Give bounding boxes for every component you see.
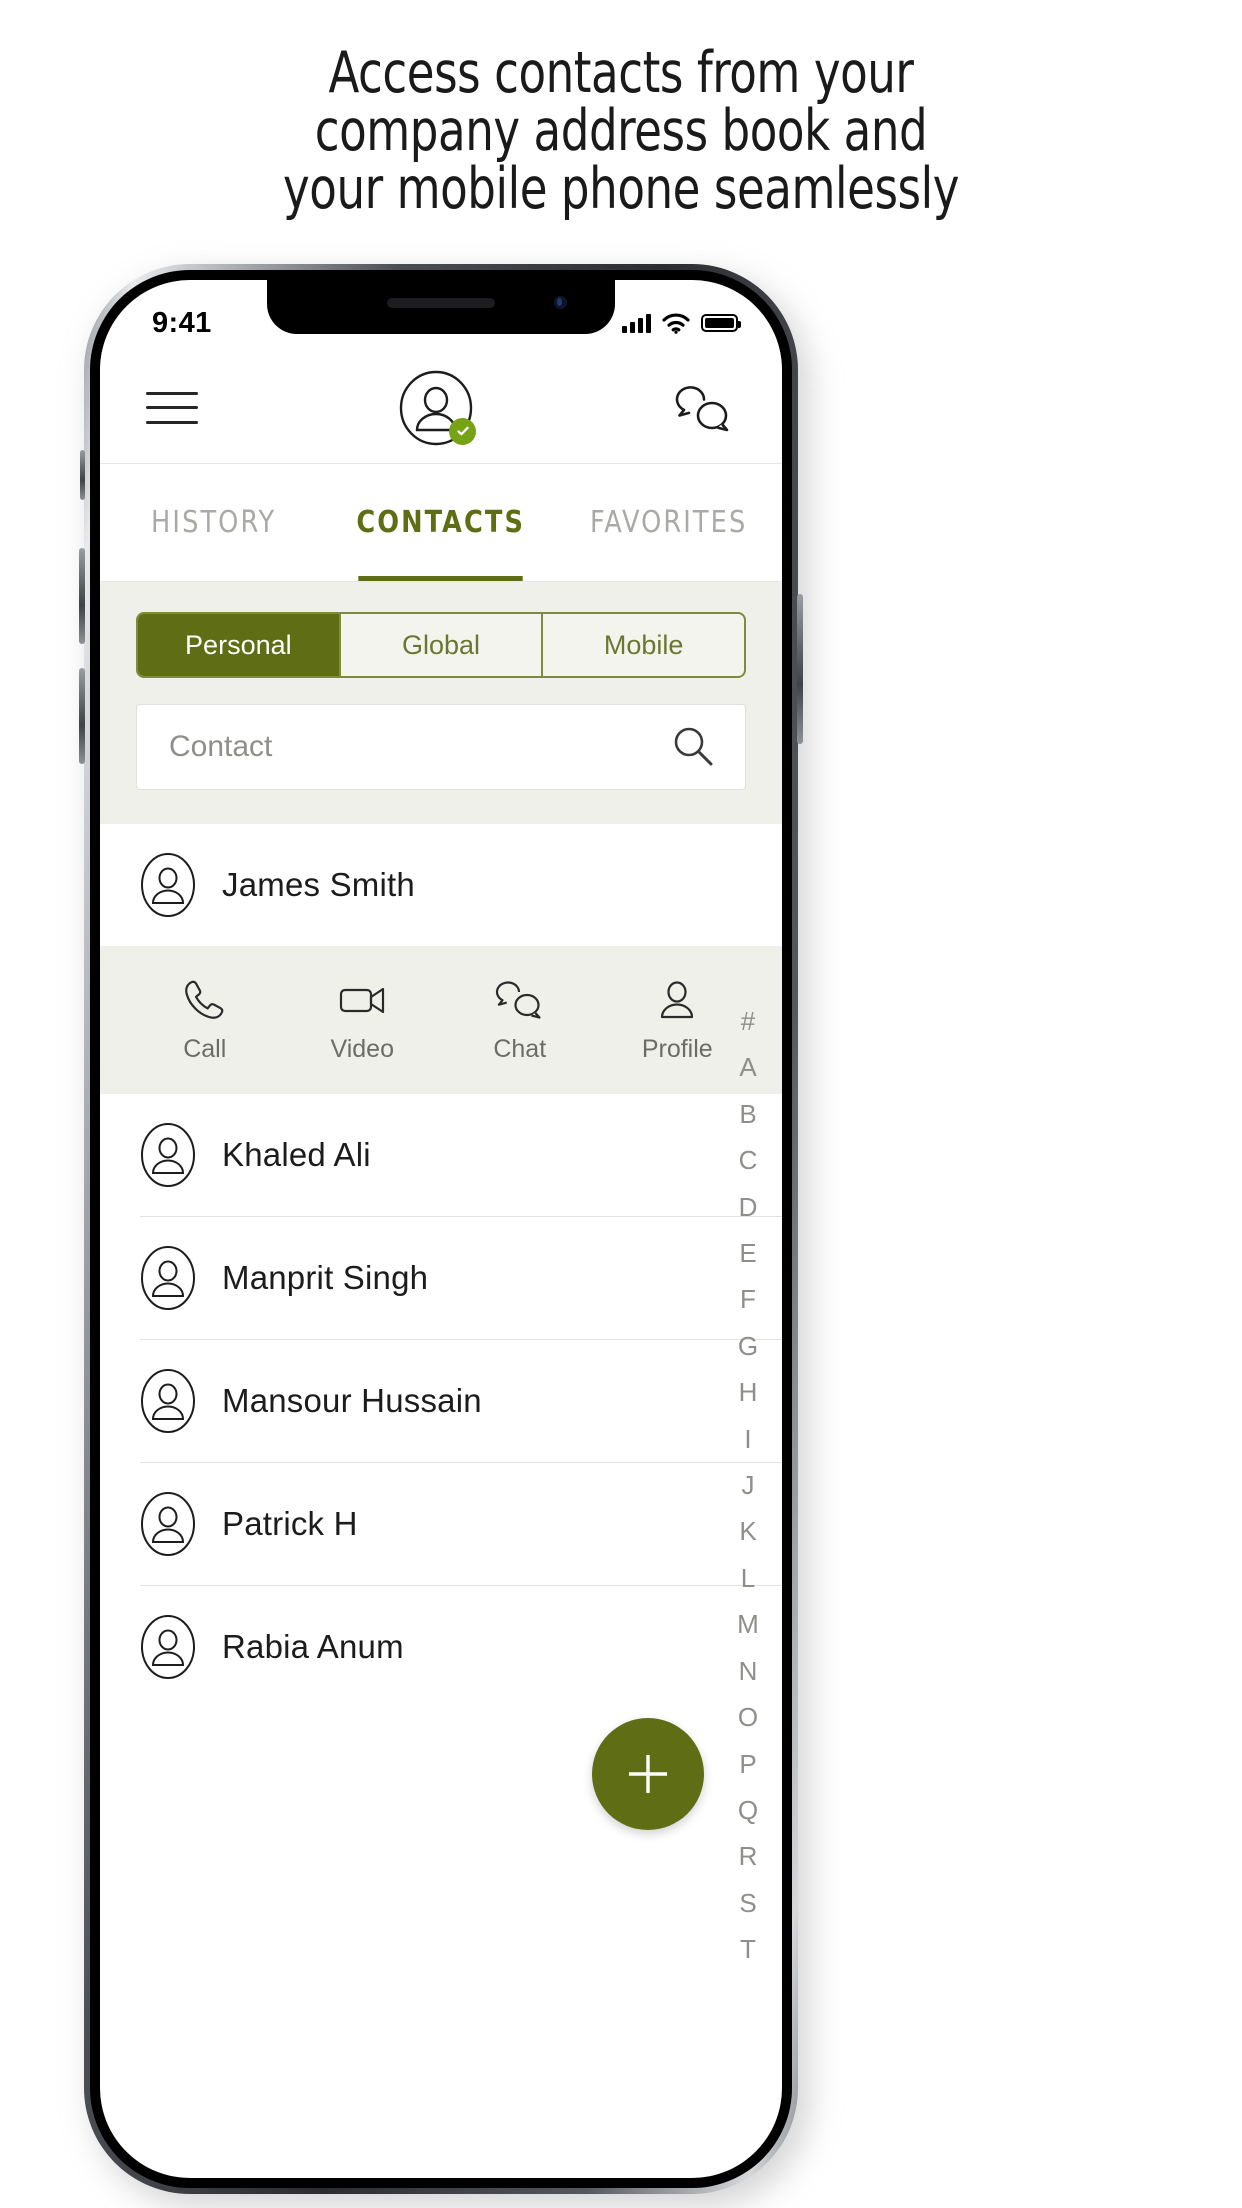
alpha-index-letter[interactable]: J — [714, 1462, 782, 1508]
search-input[interactable] — [169, 730, 669, 764]
list-item[interactable]: Patrick H — [100, 1463, 782, 1585]
add-contact-button[interactable] — [592, 1718, 704, 1830]
headline-line-1: Access contacts from your — [328, 40, 914, 106]
alpha-index-letter[interactable]: N — [714, 1648, 782, 1694]
app-header — [100, 352, 782, 464]
alpha-index-letter[interactable]: A — [714, 1044, 782, 1090]
front-camera-icon — [554, 296, 567, 309]
phone-mockup: 9:41 HISTORY CONTACTS FAVORITES Personal… — [79, 264, 810, 2208]
source-segmented-control: Personal Global Mobile — [136, 612, 746, 678]
alpha-index-letter[interactable]: R — [714, 1833, 782, 1879]
plus-icon — [629, 1755, 667, 1793]
action-label: Video — [330, 1034, 395, 1063]
wifi-icon — [662, 312, 690, 334]
video-camera-icon — [340, 987, 385, 1013]
volume-up-button[interactable] — [79, 548, 85, 644]
contact-name: Manprit Singh — [222, 1259, 429, 1296]
alpha-index-letter[interactable]: P — [714, 1741, 782, 1787]
contacts-list: James Smith Call Video Chat Profile Khal… — [100, 824, 782, 1708]
promo-headline: Access contacts from your company addres… — [75, 0, 1168, 218]
list-item[interactable]: Rabia Anum — [100, 1586, 782, 1708]
alpha-index-letter[interactable]: H — [714, 1369, 782, 1415]
alpha-index-letter[interactable]: # — [714, 998, 782, 1044]
phone-frame: 9:41 HISTORY CONTACTS FAVORITES Personal… — [79, 264, 803, 2194]
silent-switch[interactable] — [80, 450, 85, 500]
hamburger-menu-icon[interactable] — [146, 390, 198, 426]
list-item[interactable]: James Smith — [100, 824, 782, 946]
search-bar — [136, 704, 746, 790]
contacts-scroll-area[interactable]: James Smith Call Video Chat Profile Khal… — [100, 824, 782, 1866]
avatar[interactable] — [398, 370, 476, 446]
alpha-index-letter[interactable]: L — [714, 1555, 782, 1601]
notch — [267, 280, 615, 334]
earpiece-speaker — [387, 298, 495, 308]
contact-avatar-icon — [141, 1492, 195, 1556]
alpha-index-letter[interactable]: E — [714, 1230, 782, 1276]
action-label: Call — [183, 1034, 227, 1063]
alpha-index[interactable]: # A B C D E F G H I J K L M N O P Q R S T — [714, 990, 782, 1973]
contact-actions: Call Video Chat Profile — [100, 946, 782, 1094]
alpha-index-letter[interactable]: C — [714, 1137, 782, 1183]
contact-avatar-icon — [141, 853, 195, 917]
action-video[interactable]: Video — [284, 977, 442, 1064]
action-call[interactable]: Call — [126, 977, 284, 1064]
alpha-index-letter[interactable]: D — [714, 1184, 782, 1230]
battery-full-icon — [701, 314, 741, 332]
contact-name: Rabia Anum — [222, 1628, 404, 1665]
contact-name: James Smith — [222, 866, 415, 903]
phone-body: 9:41 HISTORY CONTACTS FAVORITES Personal… — [90, 270, 792, 2188]
alpha-index-letter[interactable]: B — [714, 1091, 782, 1137]
phone-icon — [184, 980, 224, 1019]
segment-personal[interactable]: Personal — [138, 614, 341, 676]
available-check-icon — [449, 417, 476, 445]
volume-down-button[interactable] — [79, 668, 85, 764]
tab-contacts[interactable]: CONTACTS — [333, 464, 549, 581]
contact-name: Patrick H — [222, 1505, 358, 1542]
list-item[interactable]: Mansour Hussain — [100, 1340, 782, 1462]
phone-screen: 9:41 HISTORY CONTACTS FAVORITES Personal… — [100, 280, 782, 2178]
alpha-index-letter[interactable]: O — [714, 1694, 782, 1740]
segment-global[interactable]: Global — [341, 614, 544, 676]
alpha-index-letter[interactable]: I — [714, 1416, 782, 1462]
contact-avatar-icon — [141, 1615, 195, 1679]
headline-line-3: your mobile phone seamlessly — [283, 156, 959, 222]
alpha-index-letter[interactable]: S — [714, 1880, 782, 1926]
action-label: Profile — [641, 1034, 713, 1063]
alpha-index-letter[interactable]: T — [714, 1926, 782, 1972]
alpha-index-letter[interactable]: K — [714, 1508, 782, 1554]
action-chat[interactable]: Chat — [441, 977, 599, 1064]
status-time: 9:41 — [152, 306, 212, 339]
action-label: Chat — [493, 1034, 547, 1063]
tab-history[interactable]: HISTORY — [106, 464, 322, 581]
alpha-index-letter[interactable]: G — [714, 1323, 782, 1369]
alpha-index-letter[interactable]: M — [714, 1601, 782, 1647]
list-item[interactable]: Manprit Singh — [100, 1217, 782, 1339]
filter-panel: Personal Global Mobile — [100, 582, 782, 824]
alpha-index-letter[interactable]: F — [714, 1276, 782, 1322]
list-item[interactable]: Khaled Ali — [100, 1094, 782, 1216]
chat-bubbles-icon — [495, 980, 541, 1019]
headline-line-2: company address book and — [314, 98, 928, 164]
power-button[interactable] — [797, 594, 803, 744]
contact-name: Mansour Hussain — [222, 1382, 482, 1419]
contact-name: Khaled Ali — [222, 1136, 371, 1173]
alpha-index-letter[interactable]: Q — [714, 1787, 782, 1833]
status-indicators — [622, 312, 741, 334]
contact-avatar-icon — [141, 1369, 195, 1433]
contact-avatar-icon — [141, 1246, 195, 1310]
cellular-signal-icon — [622, 313, 651, 333]
person-icon — [661, 980, 694, 1018]
tab-bar: HISTORY CONTACTS FAVORITES — [100, 464, 782, 582]
contact-avatar-icon — [141, 1123, 195, 1187]
search-icon[interactable] — [669, 723, 717, 771]
